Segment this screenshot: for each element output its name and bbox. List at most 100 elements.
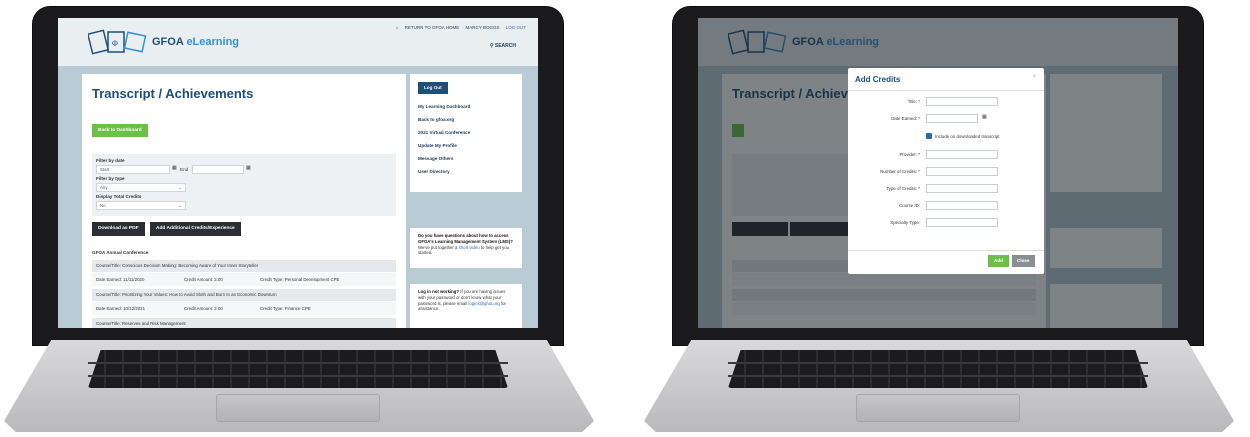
filter-date-label: Filter by date <box>96 158 125 163</box>
credit-amount: Credit Amount: 2.00 <box>184 277 223 282</box>
user-name-link[interactable]: MARCY BOGGS <box>466 25 500 30</box>
site-header: Φ GFOA eLearning ⌂ RETURN TO GFOA HOME M… <box>58 18 538 66</box>
login-bold: Log in not working? <box>418 289 460 294</box>
login-help-card: Log in not working? If you are having is… <box>410 284 522 328</box>
keyboard-row <box>728 375 1148 377</box>
main-content: Transcript / Achievements Back to Dashbo… <box>82 74 406 328</box>
display-credits-label: Display Total Credits <box>96 194 142 199</box>
table-row: Course/Title: Prioritizing Your Values: … <box>92 289 396 301</box>
provider-label: Provider: * <box>899 152 921 157</box>
chevron-down-icon: ⌄ <box>178 203 182 208</box>
download-pdf-button[interactable]: Download as PDF <box>92 222 145 236</box>
type-select-value: Any <box>100 185 108 190</box>
brand-name: GFOA eLearning <box>152 36 239 48</box>
title-input[interactable] <box>926 97 998 106</box>
laptop-left: Φ GFOA eLearning ⌂ RETURN TO GFOA HOME M… <box>0 0 610 437</box>
close-button[interactable]: Close <box>1012 255 1035 267</box>
include-transcript-label: Include on downloaded transcript <box>935 134 1000 139</box>
laptop-screen: Φ GFOA eLearning ⌂ RETURN TO GFOA HOME M… <box>58 18 538 328</box>
help-card: Do you have questions about how to acces… <box>410 228 522 268</box>
sidebar-nav-card: Log Out My Learning Dashboard Back to gf… <box>410 74 522 192</box>
filter-panel: Filter by date Start ▦ End ▦ Filter by t… <box>92 154 396 216</box>
course-id-input[interactable] <box>926 201 998 210</box>
calendar-icon[interactable]: ▦ <box>172 165 177 171</box>
svg-text:Φ: Φ <box>112 39 118 48</box>
specialty-label: Specialty Type: <box>890 220 920 225</box>
specialty-input[interactable] <box>926 218 998 227</box>
top-nav: ⌂ RETURN TO GFOA HOME MARCY BOGGS LOG OU… <box>391 25 526 30</box>
table-row: Date Earned: 10/12/2021 Credit Amount: 2… <box>92 302 396 315</box>
section-title: GFOA Annual Conference <box>92 250 149 255</box>
credit-type: Credit Type: Finance CPE <box>260 306 311 311</box>
include-transcript-checkbox[interactable] <box>926 133 932 139</box>
trackpad <box>216 394 380 422</box>
add-credits-modal: Add Credits × Title: * Date Earned: * ▦ … <box>848 68 1044 274</box>
laptop-screen: GFOA eLearning Transcript / Achievements <box>698 18 1178 328</box>
num-credits-label: Number of Credits: * <box>880 169 920 174</box>
transcript-page: Φ GFOA eLearning ⌂ RETURN TO GFOA HOME M… <box>58 18 538 328</box>
return-home-link[interactable]: RETURN TO GFOA HOME <box>405 25 460 30</box>
date-earned: Date Earned: 10/12/2021 <box>96 306 146 311</box>
provider-input[interactable] <box>926 150 998 159</box>
credit-amount: Credit Amount: 2.00 <box>184 306 223 311</box>
type-credits-input[interactable] <box>926 184 998 193</box>
laptop-right: GFOA eLearning Transcript / Achievements <box>640 0 1250 437</box>
sidebar-item-conference[interactable]: 2021 Virtual Conference <box>418 130 470 135</box>
email-link[interactable]: logins@gfoa.org <box>468 301 499 306</box>
calendar-icon[interactable]: ▦ <box>982 114 987 120</box>
sidebar-item-gfoa[interactable]: Back to gfoa.org <box>418 117 454 122</box>
end-date-input[interactable] <box>192 165 244 174</box>
sidebar-item-messages[interactable]: Message Others <box>418 156 454 161</box>
sidebar-item-profile[interactable]: Update My Profile <box>418 143 457 148</box>
trackpad <box>856 394 1020 422</box>
logout-button[interactable]: Log Out <box>418 82 448 94</box>
chevron-down-icon: ⌄ <box>178 185 182 190</box>
keyboard <box>88 350 508 388</box>
keyboard <box>728 350 1148 388</box>
help-text: Do you have questions about how to acces… <box>418 233 514 256</box>
short-video-link[interactable]: short video <box>459 245 480 250</box>
type-select[interactable]: Any ⌄ <box>96 183 186 192</box>
home-icon: ⌂ <box>395 25 399 30</box>
gfoa-logo-icon[interactable]: Φ <box>88 26 148 58</box>
num-credits-input[interactable] <box>926 167 998 176</box>
search-button[interactable]: ⚲ SEARCH <box>490 43 516 49</box>
date-earned-label: Date Earned: * <box>891 116 920 121</box>
date-earned-input[interactable] <box>926 114 978 123</box>
keyboard-row <box>88 362 508 364</box>
credit-type: Credit Type: Personal Development CPE <box>260 277 340 282</box>
keyboard-row <box>728 362 1148 364</box>
add-button[interactable]: Add <box>988 255 1009 267</box>
calendar-icon[interactable]: ▦ <box>246 165 251 171</box>
table-row: Course/Title: Conscious Decision Making:… <box>92 260 396 272</box>
search-label: SEARCH <box>494 43 516 49</box>
display-credits-select[interactable]: No ⌄ <box>96 201 186 210</box>
table-row: Course/Title: Reserves and Risk Manageme… <box>92 318 396 328</box>
end-label: End <box>180 167 189 172</box>
close-icon[interactable]: × <box>1032 74 1036 80</box>
date-earned: Date Earned: 11/11/2020 <box>96 277 145 282</box>
help-body: We've put together a <box>418 244 459 250</box>
course-id-label: Course ID: <box>899 203 920 208</box>
sidebar-item-directory[interactable]: User Directory <box>418 169 450 174</box>
back-to-dashboard-button[interactable]: Back to Dashboard <box>92 124 148 137</box>
modal-title: Add Credits <box>855 75 901 84</box>
add-credits-button[interactable]: Add Additional Credits/Experience <box>150 222 241 236</box>
divider <box>848 90 1044 91</box>
title-label: Title: * <box>907 99 920 104</box>
table-row: Date Earned: 11/11/2020 Credit Amount: 2… <box>92 273 396 286</box>
login-help-text: Log in not working? If you are having is… <box>418 289 514 312</box>
start-date-input[interactable]: Start <box>96 165 170 174</box>
display-credits-value: No <box>100 203 106 208</box>
help-bold: Do you have questions about how to acces… <box>418 233 513 244</box>
transcript-page-dimmed: GFOA eLearning Transcript / Achievements <box>698 18 1178 328</box>
divider <box>848 250 1044 251</box>
keyboard-row <box>88 375 508 377</box>
sidebar-item-dashboard[interactable]: My Learning Dashboard <box>418 104 470 109</box>
brand-suffix: eLearning <box>186 36 240 48</box>
sidebar: Log Out My Learning Dashboard Back to gf… <box>410 74 522 328</box>
page-title: Transcript / Achievements <box>92 86 254 101</box>
top-logout-link[interactable]: LOG OUT <box>506 25 526 30</box>
type-credits-label: Type of Credits: * <box>886 186 920 191</box>
brand-prefix: GFOA <box>152 36 187 48</box>
